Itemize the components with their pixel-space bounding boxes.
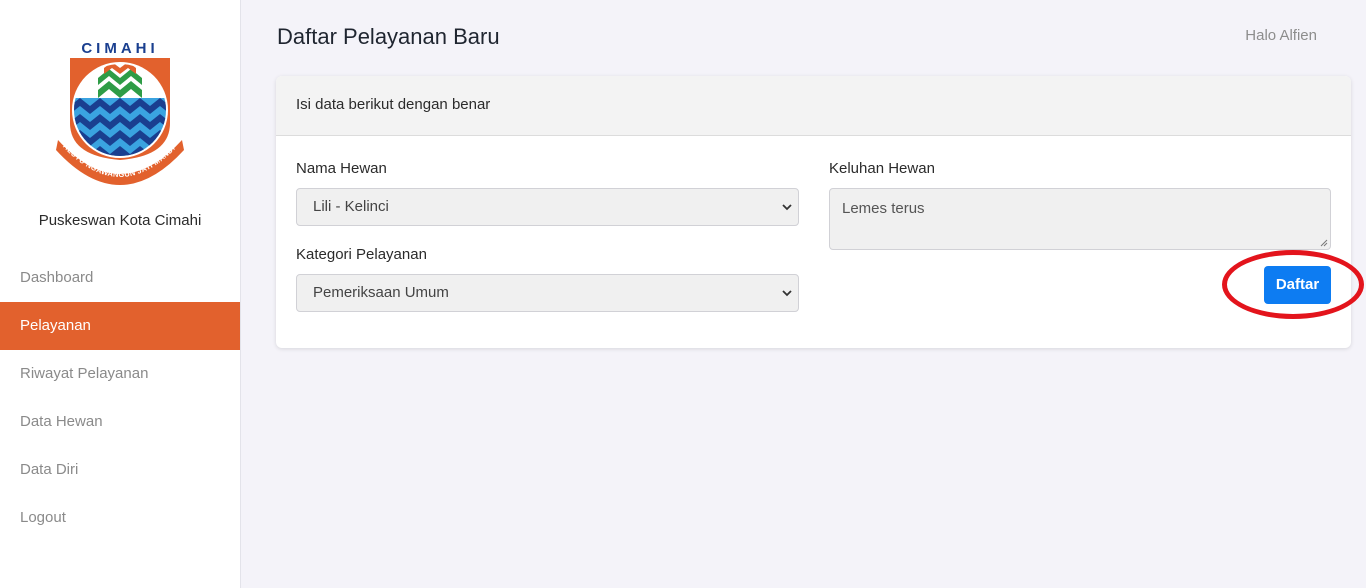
page-title: Daftar Pelayanan Baru	[277, 24, 500, 49]
card-header: Isi data berikut dengan benar	[276, 76, 1351, 136]
sidebar-item-riwayat-pelayanan[interactable]: Riwayat Pelayanan	[0, 350, 240, 398]
svg-text:CIMAHI: CIMAHI	[81, 40, 158, 57]
nama-hewan-value: Lili - Kelinci	[313, 198, 389, 215]
nama-hewan-label: Nama Hewan	[296, 160, 387, 177]
city-logo: CIMAHI SALUYU NGAWANGUN JATI MANDIRI	[47, 31, 190, 188]
sidebar-item-logout[interactable]: Logout	[0, 494, 240, 542]
kategori-pelayanan-value: Pemeriksaan Umum	[313, 284, 449, 301]
chevron-down-icon	[782, 290, 792, 297]
kategori-pelayanan-label: Kategori Pelayanan	[296, 246, 427, 263]
resize-handle-icon[interactable]	[1320, 239, 1328, 247]
keluhan-hewan-textarea[interactable]: Lemes terus	[829, 188, 1331, 250]
kategori-pelayanan-select[interactable]: Pemeriksaan Umum	[296, 274, 799, 312]
keluhan-hewan-value: Lemes terus	[842, 200, 925, 217]
sidebar-item-data-diri[interactable]: Data Diri	[0, 446, 240, 494]
sidebar-nav: Dashboard Pelayanan Riwayat Pelayanan Da…	[0, 254, 240, 542]
service-form-card: Isi data berikut dengan benar Nama Hewan…	[276, 76, 1351, 348]
keluhan-hewan-label: Keluhan Hewan	[829, 160, 935, 177]
sidebar-item-data-hewan[interactable]: Data Hewan	[0, 398, 240, 446]
user-greeting: Halo Alfien	[1245, 27, 1317, 44]
nama-hewan-select[interactable]: Lili - Kelinci	[296, 188, 799, 226]
sidebar-item-pelayanan[interactable]: Pelayanan	[0, 302, 240, 350]
sidebar: CIMAHI SALUYU NGAWANGUN JATI MANDIRI Pus…	[0, 0, 241, 588]
daftar-button[interactable]: Daftar	[1264, 266, 1331, 304]
org-name: Puskeswan Kota Cimahi	[38, 212, 202, 229]
chevron-down-icon	[782, 204, 792, 211]
sidebar-item-dashboard[interactable]: Dashboard	[0, 254, 240, 302]
